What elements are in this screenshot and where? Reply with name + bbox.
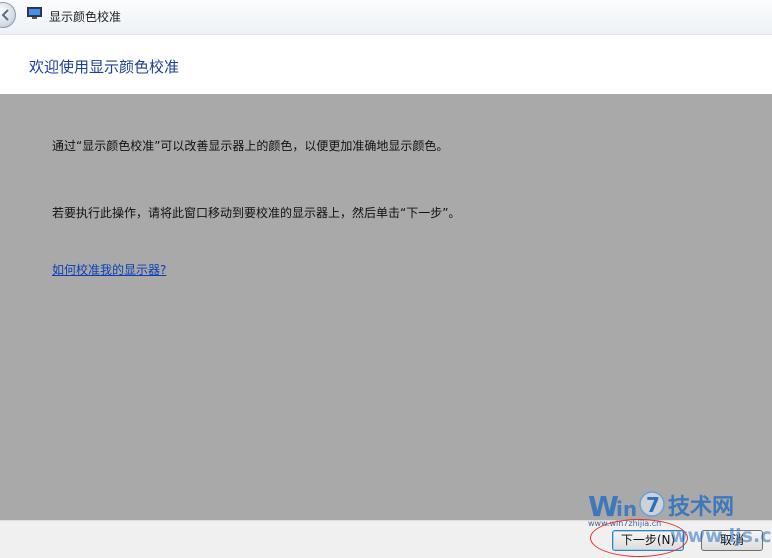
description-text: 通过“显示颜色校准”可以改善显示器上的颜色，以便更加准确地显示颜色。 [52,139,449,153]
footer-bar: 下一步(N) 取消 [0,520,772,558]
back-button[interactable] [0,2,16,28]
back-arrow-icon [1,9,9,21]
page-title: 欢迎使用显示颜色校准 [29,58,180,76]
monitor-icon [27,7,42,19]
instruction-text: 若要执行此操作，请将此窗口移动到要校准的显示器上，然后单击“下一步”。 [52,206,461,220]
next-button[interactable]: 下一步(N) [612,530,684,551]
cancel-button[interactable]: 取消 [701,530,763,551]
page-header: 欢迎使用显示颜色校准 [0,35,772,94]
content-area: 通过“显示颜色校准”可以改善显示器上的颜色，以便更加准确地显示颜色。 若要执行此… [0,94,772,520]
window-title: 显示颜色校准 [49,10,122,24]
calibration-window: 显示颜色校准 欢迎使用显示颜色校准 通过“显示颜色校准”可以改善显示器上的颜色，… [0,0,772,558]
help-link[interactable]: 如何校准我的显示器? [52,261,166,278]
title-bar: 显示颜色校准 [0,0,772,35]
